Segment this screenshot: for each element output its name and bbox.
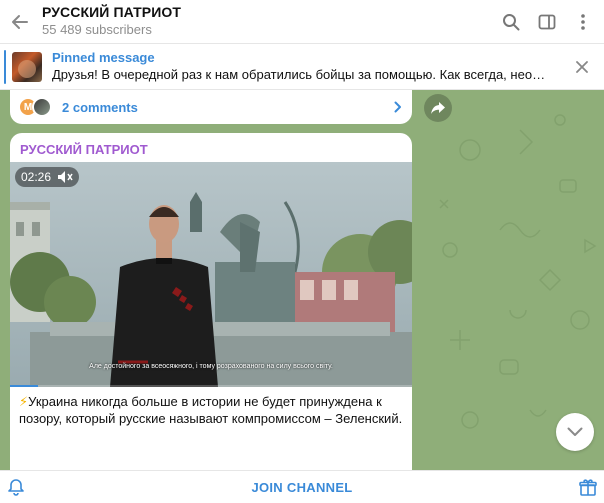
channel-header: РУССКИЙ ПАТРИОТ 55 489 subscribers [0, 0, 604, 44]
avatar [32, 97, 52, 117]
comments-count: 2 comments [62, 99, 138, 115]
scroll-down-button[interactable] [556, 413, 594, 451]
sidebar-toggle-icon [538, 14, 556, 29]
share-forward-icon [431, 102, 445, 114]
comments-link[interactable]: M 2 comments [10, 90, 412, 124]
post-text: ⚡Украина никогда больше в истории не буд… [19, 393, 404, 427]
pinned-text: Друзья! В очередной раз к нам обратились… [52, 67, 552, 82]
channel-title: РУССКИЙ ПАТРИОТ [42, 4, 182, 20]
chat-area[interactable]: M 2 comments РУССКИЙ ПАТРИОТ 02:26 Але д… [0, 90, 604, 470]
back-button[interactable] [0, 0, 40, 44]
video-frame [10, 162, 412, 387]
video-progress[interactable] [10, 385, 412, 387]
video-duration: 02:26 [21, 170, 52, 184]
pinned-label: Pinned message [52, 50, 155, 65]
more-button[interactable] [568, 7, 598, 37]
lightning-icon: ⚡ [19, 394, 29, 409]
search-icon [503, 13, 520, 30]
gift-icon [579, 479, 597, 496]
video-progress-fill [10, 385, 39, 387]
post-author: РУССКИЙ ПАТРИОТ [20, 142, 148, 157]
search-button[interactable] [496, 7, 526, 37]
video-duration-badge[interactable]: 02:26 [15, 167, 80, 187]
gift-button[interactable] [572, 471, 604, 503]
share-button[interactable] [424, 94, 452, 122]
channel-info[interactable]: РУССКИЙ ПАТРИОТ 55 489 subscribers [42, 4, 181, 39]
chevron-right-icon [394, 101, 401, 113]
mute-icon[interactable] [57, 170, 73, 184]
post-truncated-line: · · · · · · [180, 463, 268, 470]
post-body: Украина никогда больше в истории не буде… [19, 394, 403, 426]
channel-footer: JOIN CHANNEL [0, 470, 604, 503]
close-icon [576, 60, 588, 73]
video-player[interactable]: 02:26 Але достойного за всеосяжного, і т… [10, 162, 412, 387]
pinned-message-bar[interactable]: Pinned message Друзья! В очередной раз к… [0, 44, 604, 90]
pinned-indicator [4, 49, 6, 84]
mute-channel-button[interactable] [0, 471, 32, 503]
video-subtitle: Але достойного за всеосяжного, і тому ро… [89, 363, 333, 370]
pinned-close-button[interactable] [566, 51, 598, 83]
chevron-down-icon [567, 427, 583, 436]
bell-icon [8, 479, 24, 496]
join-channel-button[interactable]: JOIN CHANNEL [251, 480, 352, 495]
pinned-thumbnail [12, 51, 42, 82]
subscriber-count: 55 489 subscribers [42, 22, 152, 37]
commenter-avatars: M [18, 97, 52, 117]
sidebar-toggle-button[interactable] [532, 7, 562, 37]
channel-post[interactable]: РУССКИЙ ПАТРИОТ 02:26 Але достойного за … [10, 133, 412, 470]
more-vertical-icon [581, 13, 585, 30]
back-arrow-icon [12, 14, 28, 29]
